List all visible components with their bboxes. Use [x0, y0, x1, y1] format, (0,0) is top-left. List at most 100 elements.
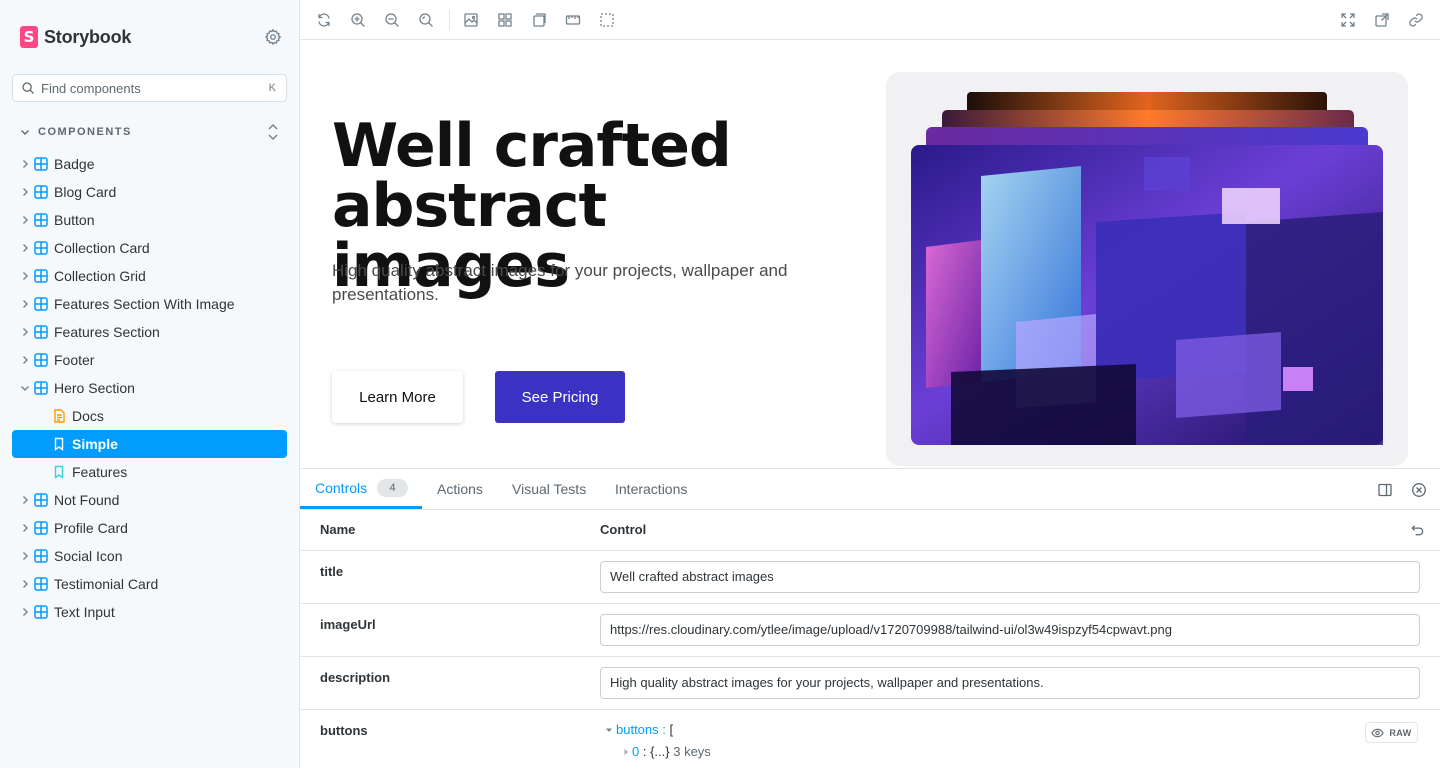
control-row-description: description High quality abstract images…	[300, 657, 1440, 710]
brand-name: Storybook	[44, 26, 132, 47]
component-icon	[34, 325, 48, 339]
column-name-header: Name	[320, 522, 356, 537]
tree-item-button[interactable]: Button	[12, 206, 287, 234]
search-field[interactable]: K	[12, 74, 287, 102]
json-root-line[interactable]: buttons : [	[605, 722, 673, 737]
json-colon: :	[639, 744, 651, 759]
component-icon	[34, 297, 48, 311]
json-collapsed: {...}	[650, 744, 670, 759]
tab-label: Interactions	[615, 481, 688, 497]
addons-panel: Controls 4 Actions Visual Tests Interact…	[300, 468, 1440, 768]
document-icon	[54, 409, 65, 423]
tree-item-features-section-with-image[interactable]: Features Section With Image	[12, 290, 287, 318]
json-summary: 3 keys	[673, 744, 711, 759]
tree-item-label: Features Section With Image	[54, 296, 235, 312]
close-panel-icon[interactable]	[1411, 482, 1427, 498]
json-item-0[interactable]: 0 : {...} 3 keys	[622, 744, 711, 759]
tree-item-text-input[interactable]: Text Input	[12, 598, 287, 626]
tree-item-label: Badge	[54, 156, 95, 172]
control-row-title: title Well crafted abstract images	[300, 551, 1440, 604]
tree-item-label: Hero Section	[54, 380, 135, 396]
copy-link-icon[interactable]	[1408, 12, 1424, 28]
tree-item-label: Profile Card	[54, 520, 128, 536]
zoom-in-icon[interactable]	[350, 12, 366, 28]
component-icon	[34, 381, 48, 395]
tab-label: Actions	[437, 481, 483, 497]
hero-description: High quality abstract images for your pr…	[332, 261, 788, 304]
section-label: COMPONENTS	[38, 126, 132, 138]
raw-toggle-button[interactable]: RAW	[1365, 722, 1418, 743]
background-icon[interactable]	[463, 12, 479, 28]
raw-label: RAW	[1389, 727, 1412, 738]
chevron-right-icon	[23, 356, 28, 364]
gear-icon[interactable]	[264, 28, 282, 46]
grid-icon[interactable]	[497, 12, 513, 28]
storybook-logo[interactable]: S Storybook	[20, 25, 131, 49]
tree-item-features[interactable]: Features	[12, 458, 287, 486]
tree-item-profile-card[interactable]: Profile Card	[12, 514, 287, 542]
eye-icon	[1371, 728, 1385, 737]
component-tree: Badge Blog Card Button Collection Card C…	[12, 150, 287, 626]
tree-item-social-icon[interactable]: Social Icon	[12, 542, 287, 570]
tab-actions[interactable]: Actions	[437, 469, 483, 509]
open-new-tab-icon[interactable]	[1374, 12, 1390, 28]
collapse-all-icon[interactable]	[266, 123, 280, 141]
story-preview: Well crafted abstract images High qualit…	[300, 40, 1440, 468]
tree-item-label: Docs	[72, 408, 104, 424]
tab-visual-tests[interactable]: Visual Tests	[512, 469, 586, 509]
panel-tabs: Controls 4 Actions Visual Tests Interact…	[300, 469, 1440, 510]
chevron-right-icon	[23, 244, 28, 252]
control-name: buttons	[320, 723, 368, 738]
description-input[interactable]: High quality abstract images for your pr…	[600, 667, 1420, 699]
reset-controls-icon[interactable]	[1410, 523, 1425, 538]
chevron-right-icon	[23, 328, 28, 336]
tab-controls[interactable]: Controls 4	[300, 469, 422, 509]
tree-item-label: Button	[54, 212, 95, 228]
tree-item-label: Text Input	[54, 604, 115, 620]
tree-item-badge[interactable]: Badge	[12, 150, 287, 178]
image-url-input[interactable]: https://res.cloudinary.com/ytlee/image/u…	[600, 614, 1420, 646]
measure-icon[interactable]	[565, 12, 581, 28]
tree-item-testimonial-card[interactable]: Testimonial Card	[12, 570, 287, 598]
tree-item-footer[interactable]: Footer	[12, 346, 287, 374]
components-section-header[interactable]: COMPONENTS	[20, 123, 282, 141]
control-row-buttons: buttons	[300, 710, 1440, 769]
tree-item-label: Testimonial Card	[54, 576, 159, 592]
zoom-out-icon[interactable]	[384, 12, 400, 28]
tab-interactions[interactable]: Interactions	[615, 469, 687, 509]
tree-item-label: Footer	[54, 352, 95, 368]
fullscreen-icon[interactable]	[1340, 12, 1356, 28]
toolbar-divider	[449, 10, 450, 30]
tab-label: Visual Tests	[512, 481, 587, 497]
tree-item-blog-card[interactable]: Blog Card	[12, 178, 287, 206]
chevron-right-icon	[23, 300, 28, 308]
control-name: description	[320, 670, 391, 685]
viewport-icon[interactable]	[531, 12, 547, 28]
bookmark-icon	[54, 437, 64, 451]
chevron-right-icon	[23, 272, 28, 280]
zoom-reset-icon[interactable]	[418, 12, 434, 28]
json-open-bracket: [	[669, 722, 674, 737]
tree-item-not-found[interactable]: Not Found	[12, 486, 287, 514]
chevron-right-icon	[23, 188, 28, 196]
control-name: title	[320, 564, 344, 579]
see-pricing-button[interactable]: See Pricing	[495, 371, 625, 423]
tree-item-docs[interactable]: Docs	[12, 402, 287, 430]
preview-toolbar	[300, 0, 1440, 40]
title-input[interactable]: Well crafted abstract images	[600, 561, 1420, 593]
tree-item-collection-card[interactable]: Collection Card	[12, 234, 287, 262]
control-row-image-url: imageUrl https://res.cloudinary.com/ytle…	[300, 604, 1440, 657]
outline-icon[interactable]	[599, 12, 615, 28]
learn-more-button[interactable]: Learn More	[332, 371, 463, 423]
component-icon	[34, 521, 48, 535]
chevron-right-icon	[23, 608, 28, 616]
search-input[interactable]	[41, 80, 251, 96]
tree-item-collection-grid[interactable]: Collection Grid	[12, 262, 287, 290]
tree-item-hero-section[interactable]: Hero Section	[12, 374, 287, 402]
tree-item-simple[interactable]: Simple	[12, 430, 287, 458]
tree-item-label: Collection Grid	[54, 268, 146, 284]
reload-icon[interactable]	[316, 12, 332, 28]
tree-item-features-section[interactable]: Features Section	[12, 318, 287, 346]
panel-orientation-icon[interactable]	[1377, 482, 1393, 498]
json-key: buttons	[616, 722, 659, 737]
